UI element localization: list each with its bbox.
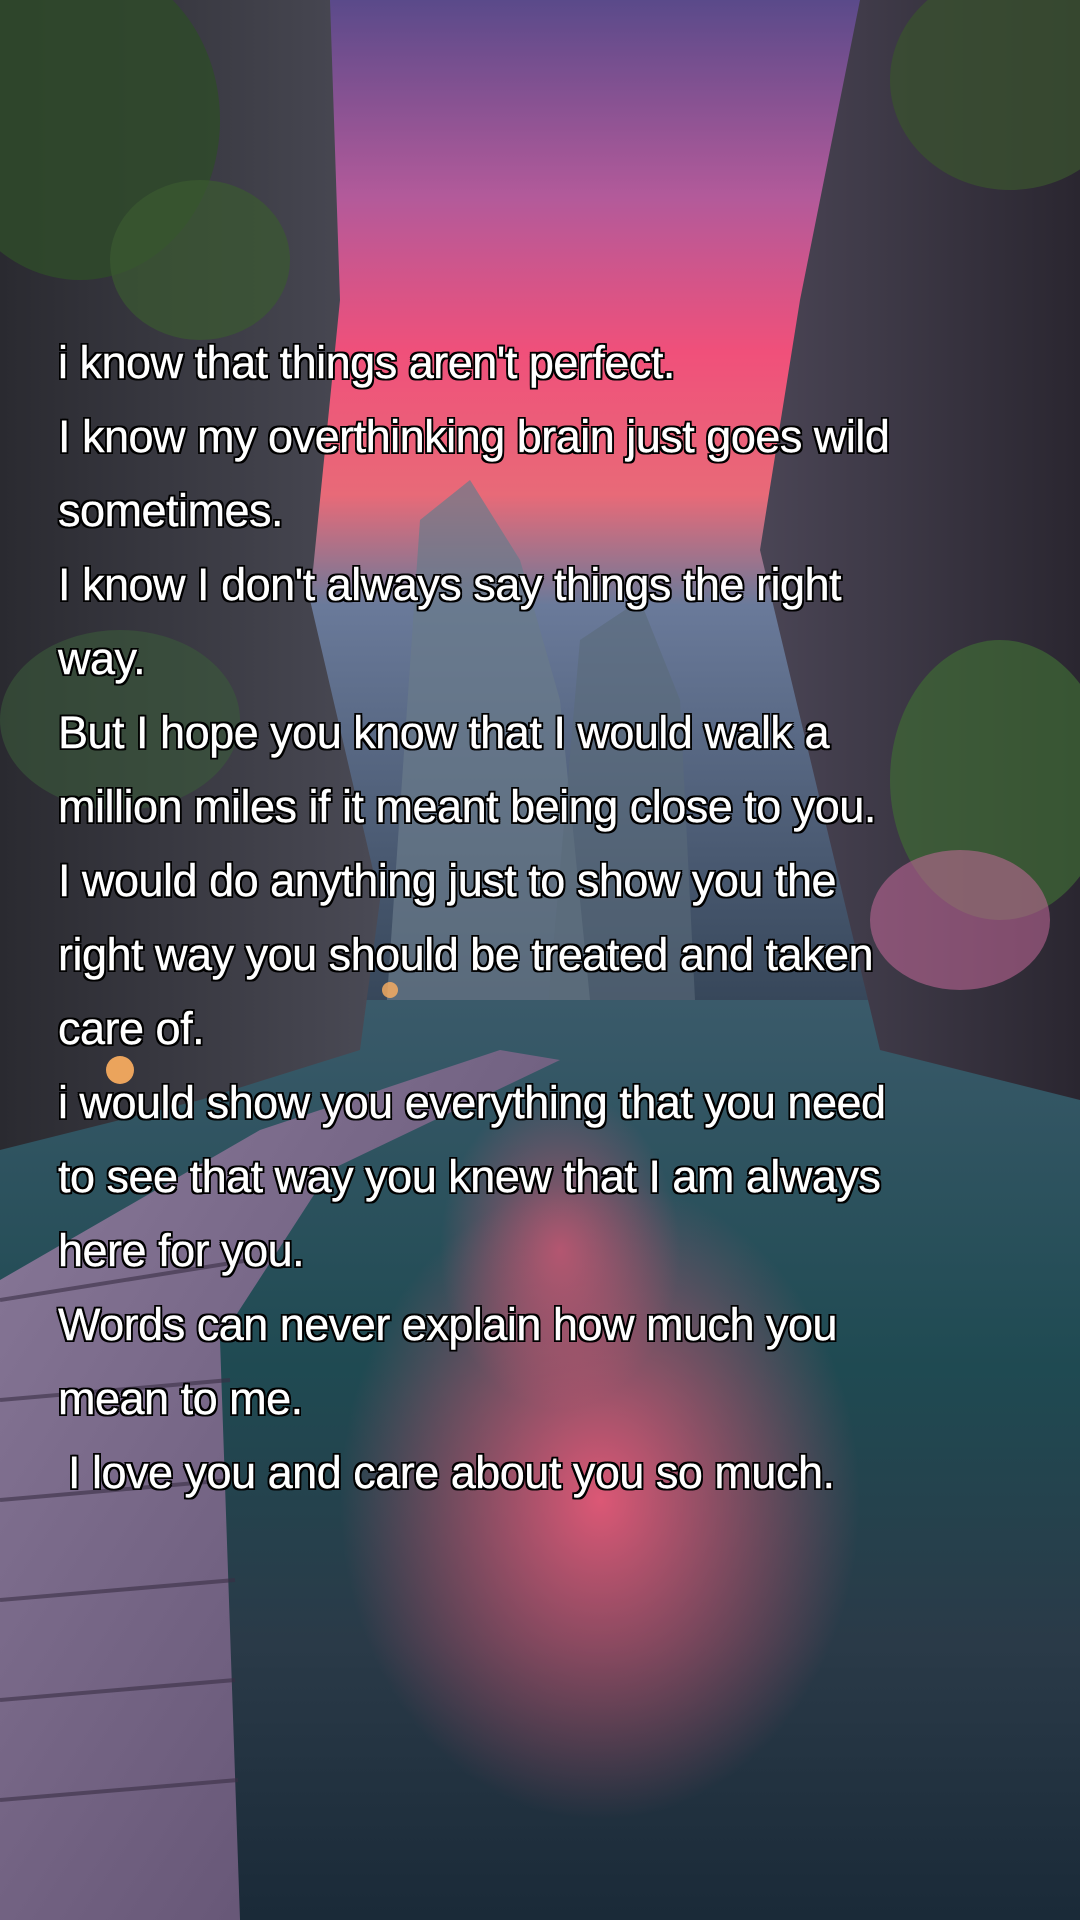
quote-line: million miles if it meant being close to…	[58, 781, 877, 832]
quote-line: way.	[58, 633, 146, 684]
quote-line: here for you.	[58, 1225, 305, 1276]
quote-line: I would do anything just to show you the	[58, 855, 837, 906]
quote-line: I love you and care about you so much.	[68, 1447, 835, 1498]
quote-line: I know my overthinking brain just goes w…	[58, 411, 890, 462]
quote-text-block: i know that things aren't perfect. I kno…	[58, 326, 1058, 1510]
quote-line: i would show you everything that you nee…	[58, 1077, 886, 1128]
quote-line: Words can never explain how much you	[58, 1299, 838, 1350]
quote-line: sometimes.	[58, 485, 284, 536]
quote-line: i know that things aren't perfect.	[58, 337, 676, 388]
background-scene: i know that things aren't perfect. I kno…	[0, 0, 1080, 1920]
quote-line: to see that way you knew that I am alway…	[58, 1151, 881, 1202]
quote-line: mean to me.	[58, 1373, 304, 1424]
quote-line: care of.	[58, 1003, 205, 1054]
quote-line: I know I don't always say things the rig…	[58, 559, 842, 610]
quote-line: But I hope you know that I would walk a	[58, 707, 830, 758]
quote-line: right way you should be treated and take…	[58, 929, 874, 980]
